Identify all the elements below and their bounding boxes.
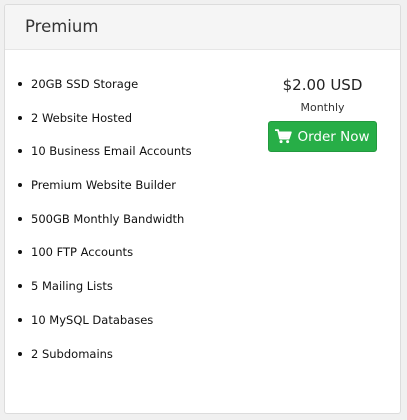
feature-list: 20GB SSD Storage 2 Website Hosted 10 Bus… [5,70,192,373]
order-now-label: Order Now [297,128,370,145]
plan-title: Premium [25,16,99,36]
feature-item: 10 Business Email Accounts [18,137,192,171]
feature-item: 100 FTP Accounts [18,238,192,272]
feature-item: 10 MySQL Databases [18,306,192,340]
pricing-panel: $2.00 USD Monthly Order Now [256,73,389,152]
price: $2.00 USD [282,76,363,94]
order-now-button[interactable]: Order Now [268,121,377,152]
billing-cycle: Monthly [300,101,345,114]
pricing-card: Premium 20GB SSD Storage 2 Website Hoste… [4,4,401,414]
feature-item: 2 Website Hosted [18,104,192,138]
feature-item: 2 Subdomains [18,340,192,374]
feature-item: 5 Mailing Lists [18,272,192,306]
shopping-cart-icon [275,129,293,144]
feature-item: Premium Website Builder [18,171,192,205]
feature-item: 20GB SSD Storage [18,70,192,104]
feature-item: 500GB Monthly Bandwidth [18,205,192,239]
card-header: Premium [5,5,400,50]
